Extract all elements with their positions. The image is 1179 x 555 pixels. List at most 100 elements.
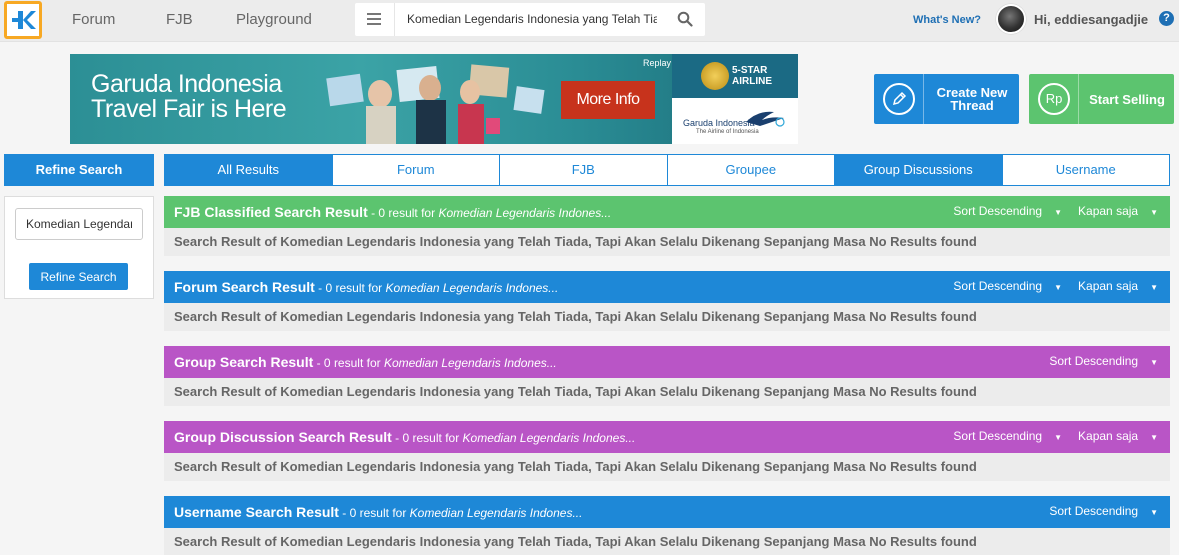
group-discussion-result-header: Group Discussion Search Result - 0 resul… (164, 421, 1170, 453)
group-discussion-result-count: - 0 result for (391, 431, 463, 445)
forum-result-header: Forum Search Result - 0 result for Komed… (164, 271, 1170, 303)
fjb-result-query: Komedian Legendaris Indones... (438, 206, 612, 220)
group-discussion-result-title: Group Discussion Search Result - 0 resul… (174, 429, 635, 445)
tab-username[interactable]: Username (1002, 154, 1170, 186)
banner-award: 5-STAR AIRLINE (672, 54, 798, 98)
forum-time-label: Kapan saja (1078, 279, 1139, 293)
award-text-line2: AIRLINE (732, 76, 772, 87)
help-icon[interactable]: ? (1159, 11, 1174, 26)
forum-result-title-text: Forum Search Result (174, 279, 315, 295)
tab-fjb[interactable]: FJB (500, 154, 668, 186)
tab-all-results[interactable]: All Results (164, 154, 333, 186)
start-selling-label: Start Selling (1089, 91, 1165, 107)
banner-travel-image (326, 64, 545, 144)
top-bar: Forum FJB Playground What's New? Hi, edd… (0, 0, 1179, 42)
forum-result-count: - 0 result for (314, 281, 386, 295)
banner-more-info-button[interactable]: More Info (561, 81, 655, 119)
fjb-result-title: FJB Classified Search Result - 0 result … (174, 204, 611, 220)
group-discussion-time-label: Kapan saja (1078, 429, 1139, 443)
tab-groupee[interactable]: Groupee (667, 154, 835, 186)
chevron-down-icon: ▼ (1150, 508, 1158, 517)
search-input[interactable] (407, 12, 657, 26)
username-result-header: Username Search Result - 0 result for Ko… (164, 496, 1170, 528)
chevron-down-icon: ▼ (1054, 208, 1063, 217)
banner-brand-name: Garuda Indonesia (683, 118, 755, 128)
banner-brand-panel: 5-STAR AIRLINE Garuda Indonesia The Airl… (672, 54, 798, 144)
group-result-header: Group Search Result - 0 result for Komed… (164, 346, 1170, 378)
fjb-sort-label: Sort Descending (953, 204, 1043, 218)
chevron-down-icon: ▼ (1150, 208, 1158, 217)
start-selling-button[interactable]: Rp Start Selling (1029, 74, 1174, 124)
nav-forum-link[interactable]: Forum (72, 11, 115, 28)
banner-headline-line2: Travel Fair is Here (91, 95, 287, 123)
username-sort-label: Sort Descending (1049, 504, 1139, 518)
group-result-controls: Sort Descending ▼ (1033, 354, 1158, 368)
kaskus-k-icon (12, 11, 36, 29)
create-new-thread-label-line2: Thread (950, 98, 994, 113)
group-result-title-text: Group Search Result (174, 354, 314, 370)
award-text-line1: 5-STAR (732, 65, 768, 76)
kaskus-logo[interactable] (4, 1, 42, 39)
banner-replay-link[interactable]: Replay (643, 58, 671, 68)
result-tabs: All Results Forum FJB Groupee Group Disc… (164, 154, 1170, 186)
banner-brand-tagline: The Airline of Indonesia (696, 129, 759, 135)
nav-playground-link[interactable]: Playground (236, 11, 312, 28)
user-greeting[interactable]: Hi, eddiesangadjie (1034, 12, 1148, 27)
whats-new-link[interactable]: What's New? (913, 14, 981, 26)
forum-result-query: Komedian Legendaris Indones... (385, 281, 559, 295)
group-discussion-result-title-text: Group Discussion Search Result (174, 429, 392, 445)
forum-sort-label: Sort Descending (953, 279, 1043, 293)
fjb-sort-dropdown[interactable]: Sort Descending ▼ (953, 204, 1062, 218)
pencil-icon (883, 83, 915, 115)
chevron-down-icon: ▼ (1150, 358, 1158, 367)
refine-search-button[interactable]: Refine Search (29, 263, 128, 290)
refine-search-input[interactable] (15, 208, 143, 240)
search-divider (394, 3, 395, 36)
forum-result-controls: Sort Descending ▼ Kapan saja ▼ (937, 279, 1158, 293)
search-icon[interactable] (677, 11, 693, 27)
tab-group-discussions[interactable]: Group Discussions (835, 154, 1003, 186)
fjb-result-section: FJB Classified Search Result - 0 result … (164, 196, 1170, 256)
group-result-message: Search Result of Komedian Legendaris Ind… (164, 378, 1170, 406)
forum-time-dropdown[interactable]: Kapan saja ▼ (1078, 279, 1158, 293)
group-discussion-time-dropdown[interactable]: Kapan saja ▼ (1078, 429, 1158, 443)
chevron-down-icon: ▼ (1150, 433, 1158, 442)
group-result-count: - 0 result for (313, 356, 384, 370)
fjb-result-title-text: FJB Classified Search Result (174, 204, 368, 220)
username-result-title: Username Search Result - 0 result for Ko… (174, 504, 582, 520)
group-sort-dropdown[interactable]: Sort Descending ▼ (1049, 354, 1158, 368)
group-discussion-sort-dropdown[interactable]: Sort Descending ▼ (953, 429, 1062, 443)
group-discussion-sort-label: Sort Descending (953, 429, 1043, 443)
fjb-result-message: Search Result of Komedian Legendaris Ind… (164, 228, 1170, 256)
forum-result-section: Forum Search Result - 0 result for Komed… (164, 271, 1170, 331)
username-result-section: Username Search Result - 0 result for Ko… (164, 496, 1170, 555)
refine-search-panel: Refine Search (4, 196, 154, 299)
chevron-down-icon: ▼ (1150, 283, 1158, 292)
forum-sort-dropdown[interactable]: Sort Descending ▼ (953, 279, 1062, 293)
banner-headline: Garuda Indonesia Travel Fair is Here (91, 72, 287, 123)
create-new-thread-button[interactable]: Create New Thread (874, 74, 1019, 124)
create-icon-area (874, 74, 924, 124)
username-result-title-text: Username Search Result (174, 504, 339, 520)
hamburger-menu-icon[interactable] (365, 11, 385, 28)
chevron-down-icon: ▼ (1054, 283, 1063, 292)
group-result-section: Group Search Result - 0 result for Komed… (164, 346, 1170, 406)
nav-fjb-link[interactable]: FJB (166, 11, 193, 28)
award-medal-icon (701, 62, 729, 90)
banner-brand-logo: Garuda Indonesia The Airline of Indonesi… (672, 98, 798, 144)
ad-banner[interactable]: Garuda Indonesia Travel Fair is Here Mor… (70, 54, 798, 144)
refine-search-header: Refine Search (4, 154, 154, 186)
fjb-result-controls: Sort Descending ▼ Kapan saja ▼ (937, 204, 1158, 218)
group-sort-label: Sort Descending (1049, 354, 1139, 368)
username-sort-dropdown[interactable]: Sort Descending ▼ (1049, 504, 1158, 518)
group-discussion-result-section: Group Discussion Search Result - 0 resul… (164, 421, 1170, 481)
group-discussion-result-message: Search Result of Komedian Legendaris Ind… (164, 453, 1170, 481)
chevron-down-icon: ▼ (1054, 433, 1063, 442)
user-avatar[interactable] (996, 4, 1026, 34)
group-result-title: Group Search Result - 0 result for Komed… (174, 354, 557, 370)
search-bar (355, 3, 705, 36)
group-discussion-result-controls: Sort Descending ▼ Kapan saja ▼ (937, 429, 1158, 443)
tab-forum[interactable]: Forum (332, 154, 500, 186)
group-result-query: Komedian Legendaris Indones... (383, 356, 557, 370)
fjb-time-dropdown[interactable]: Kapan saja ▼ (1078, 204, 1158, 218)
